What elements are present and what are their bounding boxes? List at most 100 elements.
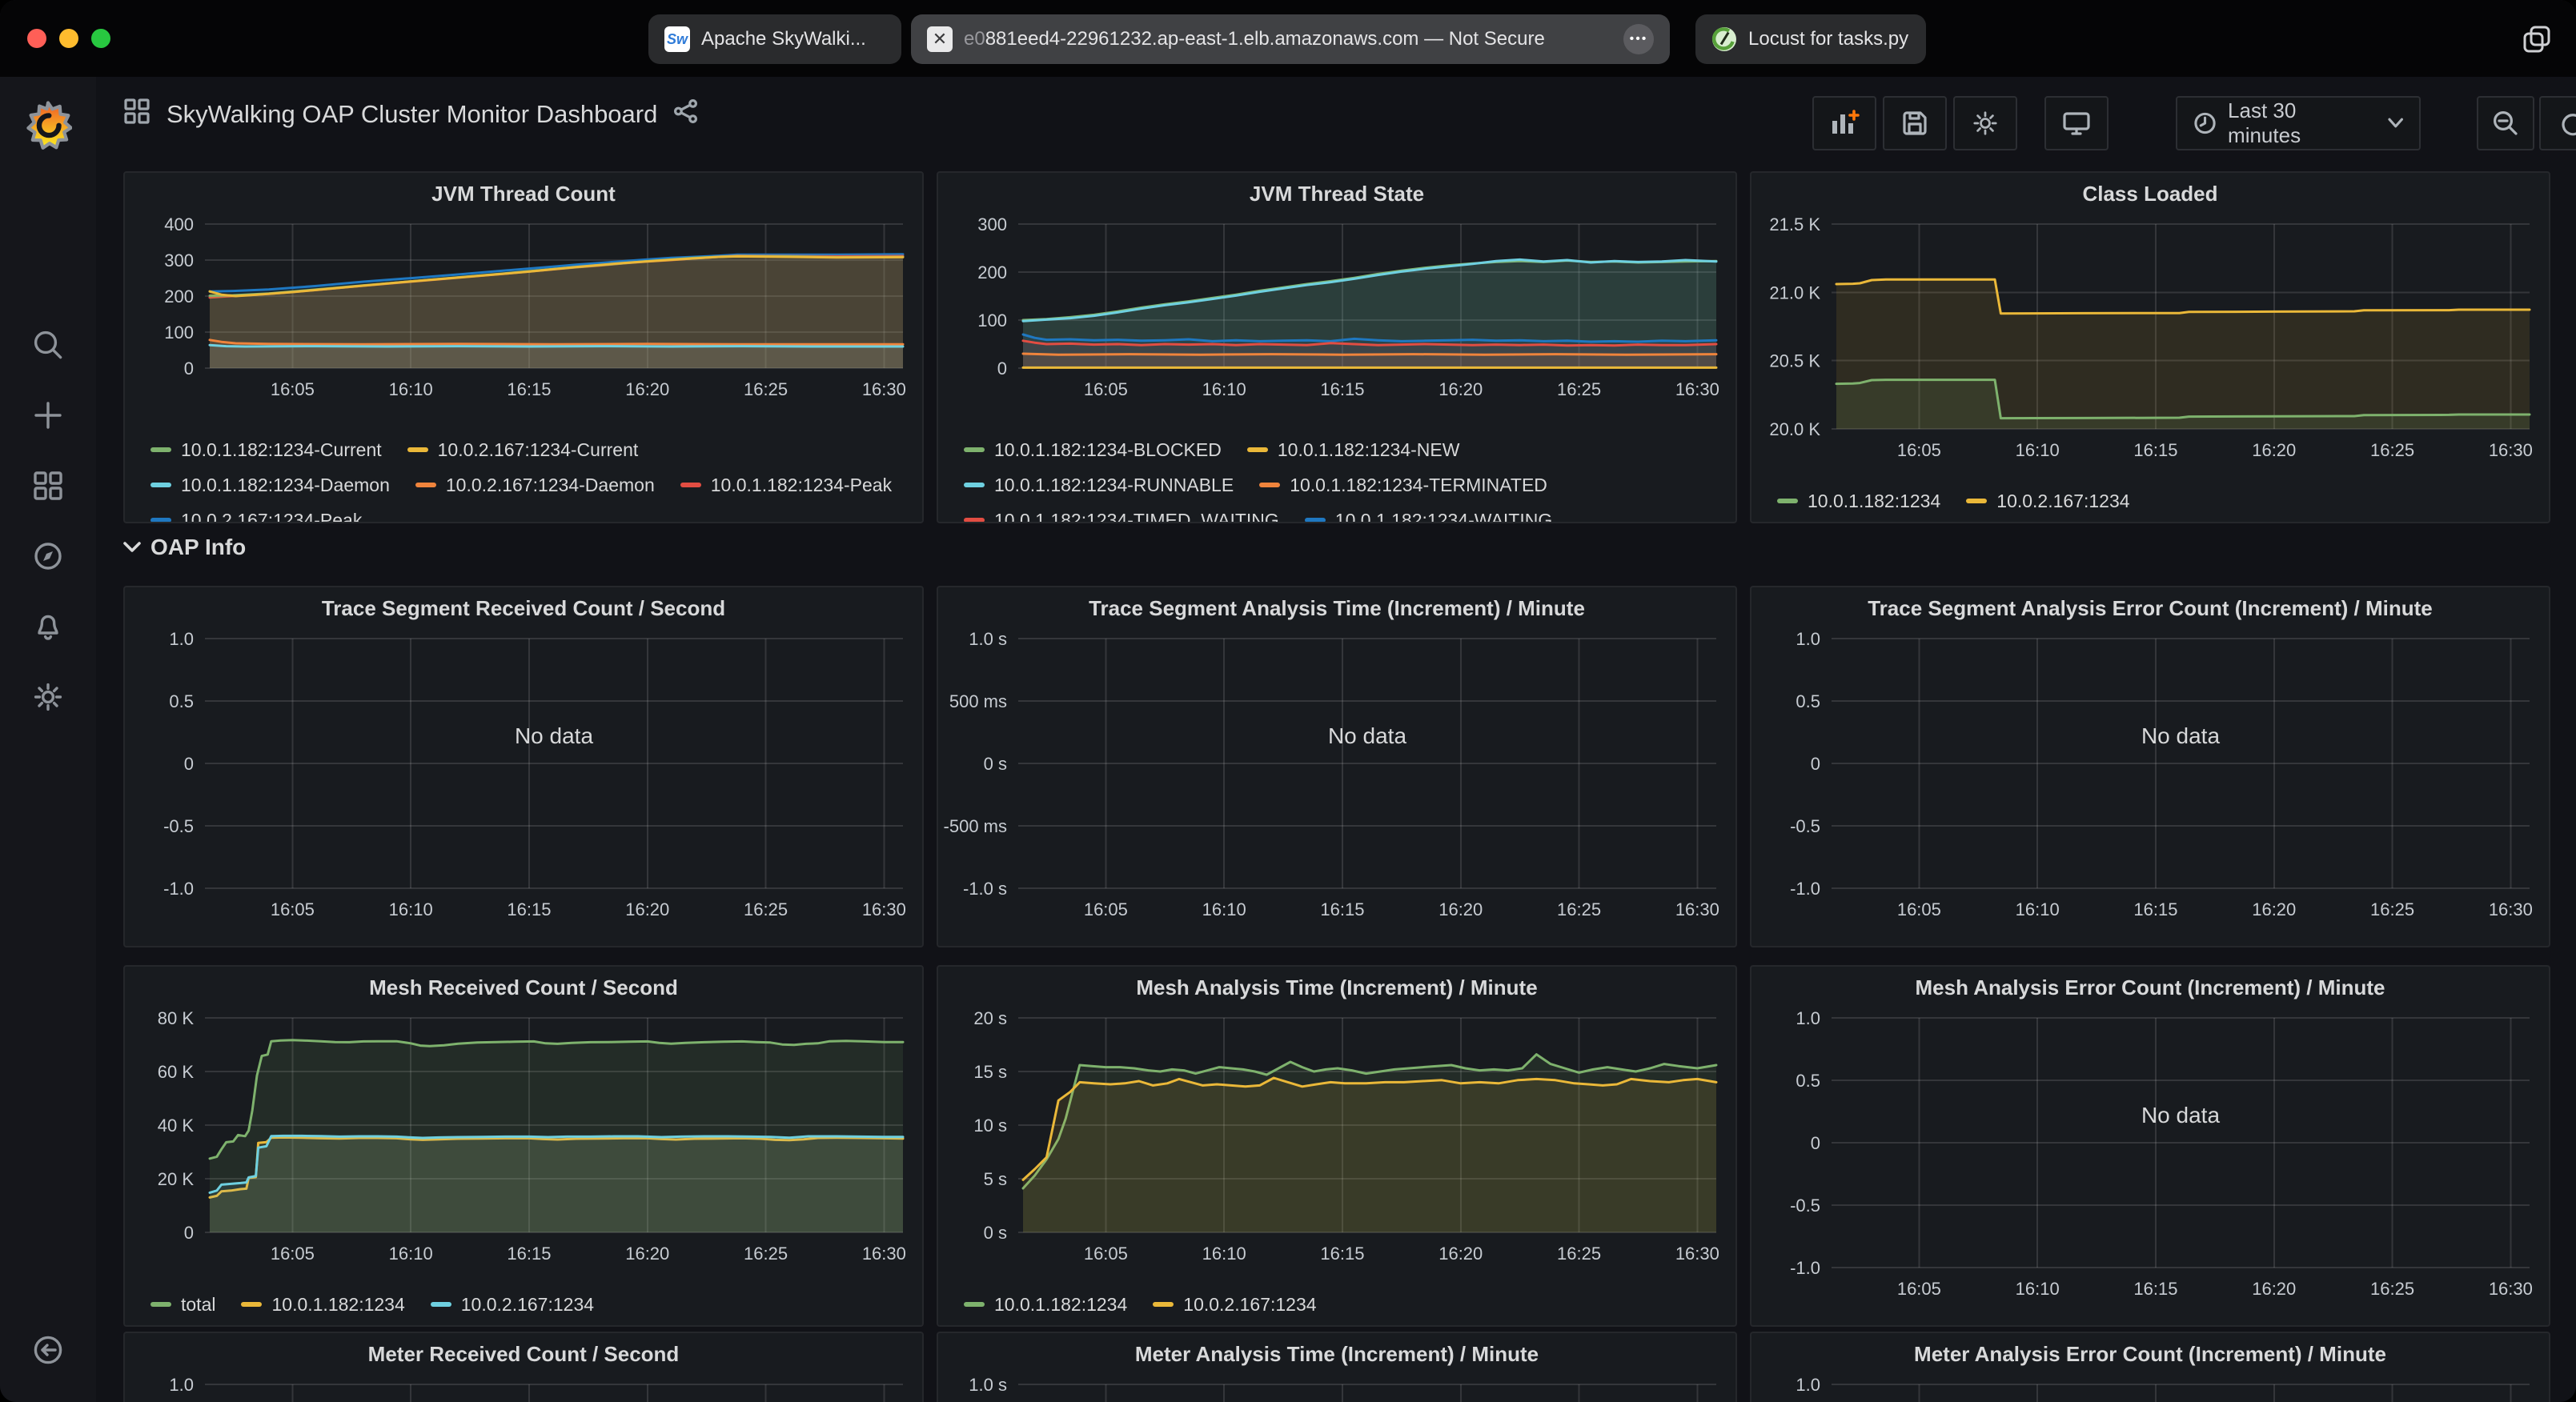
legend-item[interactable]: total (150, 1294, 215, 1316)
chart[interactable]: -1.0-0.500.51.016:0516:1016:1516:2016:25… (125, 629, 922, 927)
tab-active-grafana[interactable]: ✕ e0881eed4-22961232.ap-east-1.elb.amazo… (911, 14, 1670, 64)
legend-item[interactable]: 10.0.1.182:1234-TERMINATED (1259, 475, 1547, 496)
search-icon[interactable] (31, 328, 65, 362)
save-dashboard-button[interactable] (1883, 96, 1947, 150)
svg-text:0.5: 0.5 (1796, 1071, 1820, 1091)
panel-title[interactable]: Mesh Analysis Error Count (Increment) / … (1751, 967, 2549, 1008)
cycle-view-tv-button[interactable] (2044, 96, 2109, 150)
chart[interactable]: 0 s5 s10 s15 s20 s16:0516:1016:1516:2016… (938, 1008, 1735, 1271)
panel-title[interactable]: JVM Thread Count (125, 173, 922, 214)
svg-text:16:30: 16:30 (2489, 1279, 2533, 1299)
legend-label: 10.0.1.182:1234-Current (181, 439, 382, 461)
chart[interactable]: 010020030016:0516:1016:1516:2016:2516:30 (938, 214, 1735, 407)
chart[interactable]: 20.0 K20.5 K21.0 K21.5 K16:0516:1016:151… (1751, 214, 2549, 467)
legend-item[interactable]: 10.0.1.182:1234-WAITING (1305, 510, 1552, 524)
svg-text:16:05: 16:05 (1897, 1279, 1941, 1299)
legend-label: 10.0.1.182:1234-BLOCKED (994, 439, 1222, 461)
tab-url: e0881eed4-22961232.ap-east-1.elb.amazona… (964, 28, 1545, 50)
panel-title[interactable]: Trace Segment Received Count / Second (125, 587, 922, 629)
legend: 10.0.1.182:1234 10.0.2.167:1234 (1751, 483, 2549, 519)
tab-overview-icon[interactable] (2523, 26, 2550, 59)
legend-item[interactable]: 10.0.1.182:1234 (1777, 491, 1940, 512)
zoom-window-button[interactable] (91, 29, 110, 48)
legend-item[interactable]: 10.0.1.182:1234-NEW (1247, 439, 1460, 461)
tab-skywalking[interactable]: Sw Apache SkyWalki... (648, 14, 901, 64)
tab-close-icon[interactable]: ✕ (927, 26, 953, 52)
panel-title[interactable]: Meter Analysis Time (Increment) / Minute (938, 1333, 1735, 1375)
legend-item[interactable]: 10.0.2.167:1234-Current (407, 439, 639, 461)
configuration-gear-icon[interactable] (31, 680, 65, 714)
legend-item[interactable]: 10.0.1.182:1234-TIMED_WAITING (964, 510, 1279, 524)
panel-title[interactable]: JVM Thread State (938, 173, 1735, 214)
svg-text:16:05: 16:05 (271, 379, 315, 399)
legend-item[interactable]: 10.0.1.182:1234 (964, 1294, 1127, 1316)
legend-label: 10.0.1.182:1234 (271, 1294, 404, 1316)
legend-item[interactable]: 10.0.1.182:1234-Current (150, 439, 382, 461)
panel-meter-analysis-error-count-increment-minute: Meter Analysis Error Count (Increment) /… (1750, 1332, 2550, 1402)
chart[interactable]: 010020030040016:0516:1016:1516:2016:2516… (125, 214, 922, 407)
panel-title[interactable]: Class Loaded (1751, 173, 2549, 214)
panel-title[interactable]: Meter Received Count / Second (125, 1333, 922, 1375)
svg-text:16:05: 16:05 (1084, 379, 1128, 399)
share-icon[interactable] (673, 98, 699, 130)
minimize-window-button[interactable] (59, 29, 78, 48)
chart[interactable]: -1.0-0.500.51.016:0516:1016:1516:2016:25… (125, 1375, 922, 1402)
legend-item[interactable]: 10.0.1.182:1234-Daemon (150, 475, 390, 496)
legend-label: 10.0.2.167:1234 (461, 1294, 594, 1316)
legend-item[interactable]: 10.0.1.182:1234-RUNNABLE (964, 475, 1234, 496)
legend-item[interactable]: 10.0.2.167:1234 (1153, 1294, 1316, 1316)
panel-title[interactable]: Trace Segment Analysis Time (Increment) … (938, 587, 1735, 629)
chart[interactable]: -1.0-0.500.51.016:0516:1016:1516:2016:25… (1751, 629, 2549, 927)
chart[interactable]: -1.0-0.500.51.016:0516:1016:1516:2016:25… (1751, 1008, 2549, 1306)
tab-locust[interactable]: Locust for tasks.py (1695, 14, 1926, 64)
chart[interactable]: 020 K40 K60 K80 K16:0516:1016:1516:2016:… (125, 1008, 922, 1271)
svg-text:16:25: 16:25 (744, 1244, 788, 1264)
panel-title[interactable]: Mesh Analysis Time (Increment) / Minute (938, 967, 1735, 1008)
panel-title[interactable]: Mesh Received Count / Second (125, 967, 922, 1008)
alerting-bell-icon[interactable] (31, 610, 65, 643)
legend-item[interactable]: 10.0.1.182:1234-BLOCKED (964, 439, 1222, 461)
svg-text:-1.0: -1.0 (1790, 1258, 1820, 1278)
chart[interactable]: -1.0 s-500 ms0 s500 ms1.0 s16:0516:1016:… (938, 1375, 1735, 1402)
tab-more-icon[interactable]: ••• (1623, 24, 1654, 54)
add-panel-button[interactable] (1812, 96, 1876, 150)
create-plus-icon[interactable] (31, 399, 65, 432)
svg-text:16:05: 16:05 (1897, 899, 1941, 919)
legend-color-dash (1966, 499, 1987, 503)
time-range-label: Last 30 minutes (2228, 98, 2370, 148)
legend-item[interactable]: 10.0.2.167:1234 (431, 1294, 594, 1316)
zoom-out-button[interactable] (2477, 96, 2534, 150)
panel-title[interactable]: Trace Segment Analysis Error Count (Incr… (1751, 587, 2549, 629)
sign-in-icon[interactable] (31, 1333, 65, 1367)
legend-item[interactable]: 10.0.2.167:1234-Peak (150, 510, 362, 524)
legend-color-dash (680, 483, 701, 487)
legend-item[interactable]: 10.0.2.167:1234 (1966, 491, 2129, 512)
legend-label: 10.0.1.182:1234-Peak (711, 475, 892, 496)
panel-meter-analysis-time-increment-minute: Meter Analysis Time (Increment) / Minute… (937, 1332, 1737, 1402)
svg-text:16:20: 16:20 (1438, 899, 1483, 919)
panel-title[interactable]: Meter Analysis Error Count (Increment) /… (1751, 1333, 2549, 1375)
dashboards-icon[interactable] (31, 469, 65, 503)
grafana-logo[interactable] (24, 101, 72, 152)
svg-text:16:30: 16:30 (1675, 379, 1719, 399)
legend-item[interactable]: 10.0.1.182:1234 (241, 1294, 404, 1316)
legend-label: 10.0.1.182:1234-NEW (1278, 439, 1460, 461)
explore-compass-icon[interactable] (31, 539, 65, 573)
legend-item[interactable]: 10.0.1.182:1234-Peak (680, 475, 892, 496)
refresh-icon[interactable] (2541, 110, 2576, 136)
no-data-label: No data (1328, 723, 1406, 748)
chart[interactable]: -1.0 s-500 ms0 s500 ms1.0 s16:0516:1016:… (938, 629, 1735, 927)
svg-text:0.5: 0.5 (169, 691, 194, 711)
svg-text:15 s: 15 s (973, 1062, 1007, 1082)
svg-text:16:25: 16:25 (2370, 1279, 2414, 1299)
close-window-button[interactable] (27, 29, 46, 48)
svg-text:40 K: 40 K (158, 1116, 195, 1136)
section-row-oap-info[interactable]: OAP Info (123, 535, 246, 560)
dashboard-settings-button[interactable] (1953, 96, 2017, 150)
page-title[interactable]: SkyWalking OAP Cluster Monitor Dashboard (167, 100, 657, 129)
legend-item[interactable]: 10.0.2.167:1234-Daemon (415, 475, 655, 496)
svg-text:16:15: 16:15 (2133, 1279, 2177, 1299)
chart[interactable]: -1.0-0.500.51.016:0516:1016:1516:2016:25… (1751, 1375, 2549, 1402)
tab-title: Apache SkyWalki... (701, 28, 866, 50)
time-range-picker[interactable]: Last 30 minutes (2176, 96, 2421, 150)
